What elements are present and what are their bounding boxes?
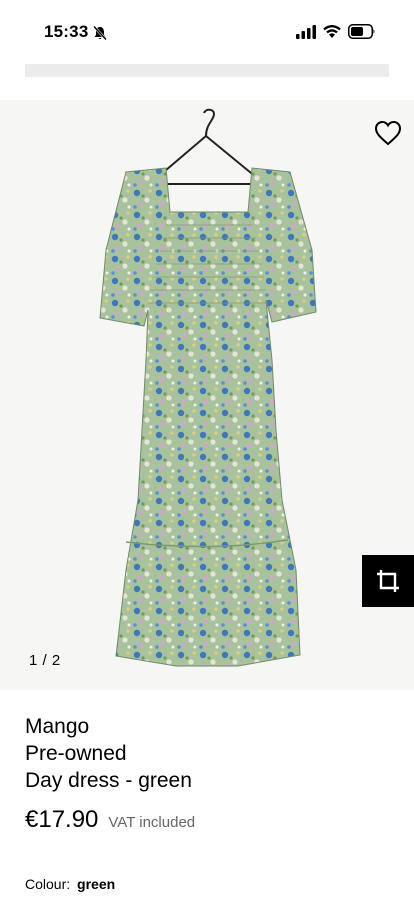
crop-icon [377,570,399,592]
product-name: Day dress - green [25,769,192,792]
image-page-indicator: 1 / 2 [29,652,61,669]
product-image [99,108,317,667]
wifi-icon [323,25,341,38]
colour-label: Colour: [25,876,71,892]
vat-note: VAT included [108,814,196,831]
product-image-gallery[interactable]: 1 / 2 [0,100,414,690]
product-condition: Pre-owned [25,742,127,765]
colour-row: Colour: green [25,876,115,892]
top-placeholder-bar [25,64,389,77]
status-bar: 15:33 [0,0,414,62]
price-row: €17.90 VAT included [25,806,195,834]
colour-value: green [77,876,116,892]
crop-button[interactable] [362,555,414,607]
heart-icon [374,120,402,146]
signal-icon [296,25,316,39]
product-brand: Mango [25,715,90,738]
product-info: Mango Pre-owned Day dress - green [25,713,395,794]
status-time: 15:33 [44,22,89,41]
favorite-button[interactable] [370,115,406,151]
product-price: €17.90 [25,806,99,833]
bell-off-icon [93,25,107,41]
battery-icon [348,24,375,39]
